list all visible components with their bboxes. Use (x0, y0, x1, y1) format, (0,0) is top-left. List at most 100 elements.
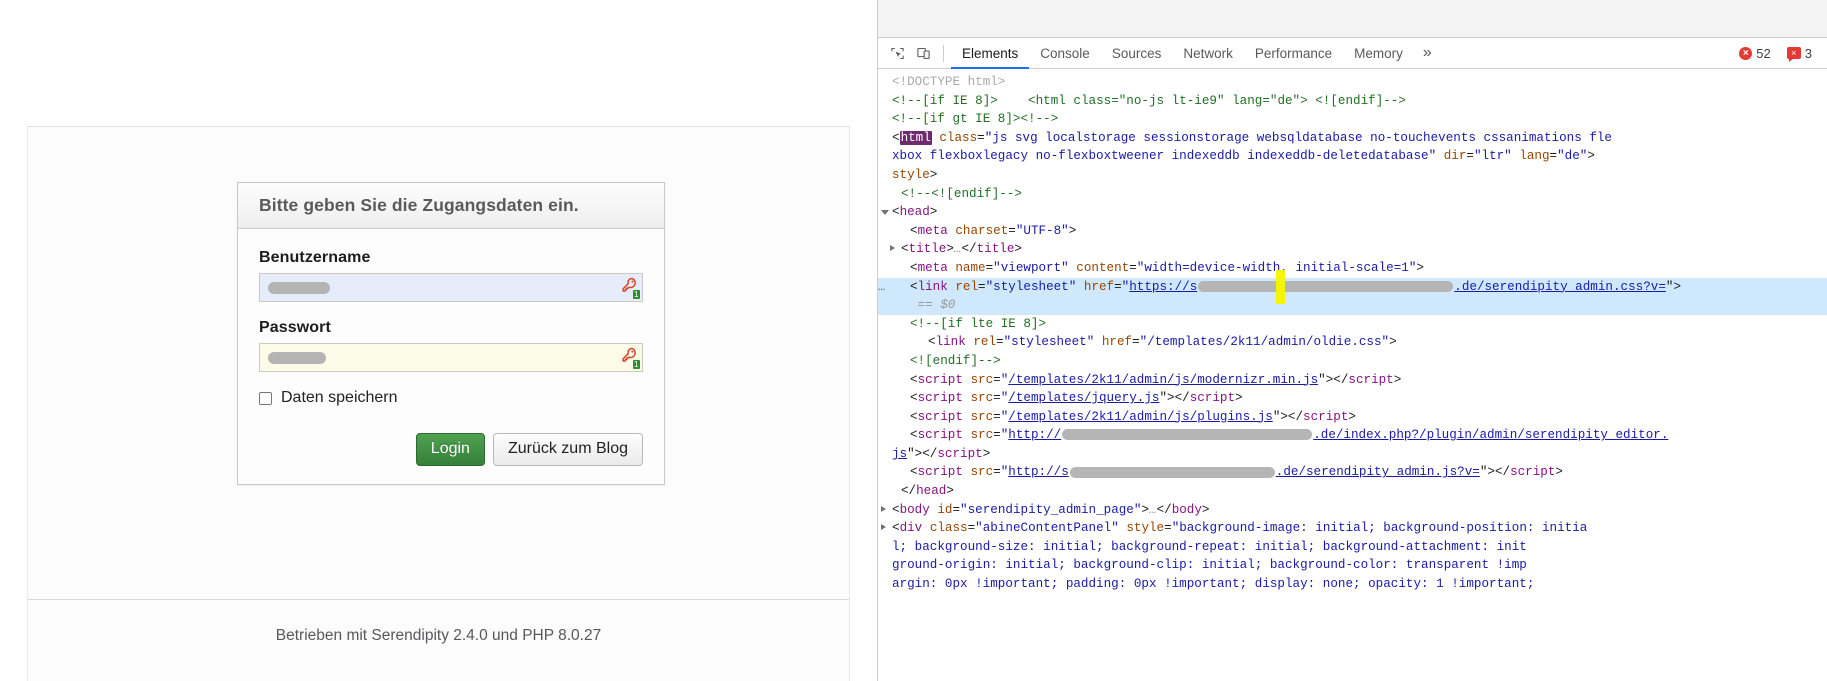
tab-network[interactable]: Network (1172, 38, 1244, 69)
tab-sources[interactable]: Sources (1101, 38, 1173, 69)
dom-tree-line[interactable]: <meta charset="UTF-8"> (878, 222, 1827, 241)
tab-memory[interactable]: Memory (1343, 38, 1414, 69)
dom-tree-line[interactable]: <head> (878, 203, 1827, 222)
lastpass-badge-count: 1 (632, 360, 640, 369)
dom-tree-line[interactable]: <!--[if lte IE 8]> (878, 315, 1827, 334)
dom-tree-line[interactable]: </head> (878, 482, 1827, 501)
back-to-blog-button[interactable]: Zurück zum Blog (492, 433, 643, 466)
device-toolbar-icon[interactable] (910, 40, 936, 66)
dom-token-tag: script (1510, 465, 1556, 480)
username-input[interactable] (259, 273, 643, 302)
tab-console[interactable]: Console (1029, 38, 1101, 69)
dom-tree-line[interactable]: … <link rel="stylesheet" href="https://s.… (878, 269, 1827, 304)
dom-token-link[interactable]: js (892, 447, 907, 461)
dom-tree-line[interactable]: js"></script> (878, 445, 1827, 464)
dom-token-plain: > (982, 446, 991, 461)
dom-token-link[interactable]: .de/index.php?/plugin/admin/serendipity_… (1313, 428, 1668, 442)
dom-token-plain (922, 521, 930, 535)
dom-token-link[interactable]: http://s (1008, 465, 1068, 479)
dom-tree-line[interactable]: <script src="/templates/jquery.js"></scr… (878, 389, 1827, 408)
login-panel-title: Bitte geben Sie die Zugangsdaten ein. (238, 183, 664, 229)
dom-token-plain: < (892, 205, 900, 220)
login-panel: Bitte geben Sie die Zugangsdaten ein. Be… (237, 182, 665, 485)
dom-tree-line[interactable]: l; background-size: initial; background-… (878, 538, 1827, 557)
remember-checkbox[interactable] (259, 391, 272, 405)
login-button[interactable]: Login (415, 433, 485, 466)
dom-tree-line[interactable]: <!--<![endif]--> (878, 185, 1827, 204)
dom-tree-line[interactable]: <meta name="viewport" content="width=dev… (878, 259, 1827, 278)
dom-tree-line[interactable]: <script src="http://s .de/serendipity_adm… (878, 463, 1827, 482)
dom-token-val: "/templates/2k11/admin/oldie.css" (1139, 335, 1390, 350)
dom-token-plain: < (910, 279, 918, 294)
warning-counter[interactable]: × 3 (1782, 44, 1819, 63)
caret-right-icon[interactable] (890, 245, 895, 252)
inspect-element-icon[interactable] (884, 40, 910, 66)
dom-token-plain: = (1132, 335, 1140, 350)
dom-token-plain: = (952, 502, 961, 517)
browser-viewport: Bitte geben Sie die Zugangsdaten ein. Be… (0, 0, 877, 681)
lastpass-key-icon[interactable]: 1 (618, 276, 640, 299)
lastpass-key-icon[interactable]: 1 (618, 346, 640, 369)
dom-token-link[interactable]: /templates/2k11/admin/js/plugins.js (1008, 410, 1273, 424)
caret-right-icon[interactable] (881, 505, 886, 512)
dom-token-plain: = (993, 428, 1001, 443)
devtools-tabbar: Elements Console Sources Network Perform… (878, 38, 1827, 69)
dom-token-link[interactable]: /templates/jquery.js (1008, 391, 1159, 405)
dom-tree-line[interactable]: argin: 0px !important; padding: 0px !imp… (878, 575, 1827, 594)
dom-tree-line[interactable]: style> (878, 166, 1827, 185)
dom-token-plain: > (1393, 372, 1402, 387)
serendipity-admin-page: Bitte geben Sie die Zugangsdaten ein. Be… (27, 126, 850, 681)
dom-token-link[interactable]: http:// (1008, 428, 1061, 442)
dom-tree-line[interactable]: <!DOCTYPE html> (878, 73, 1827, 92)
dom-tree-line[interactable]: <!--[if gt IE 8]><!--> (878, 110, 1827, 129)
error-counter[interactable]: × 52 (1734, 44, 1777, 63)
dom-token-val: "viewport" (993, 260, 1069, 275)
dom-token-plain: "></ (1272, 409, 1304, 424)
dom-token-link[interactable]: .de/serendipity_admin.js?v= (1276, 465, 1480, 479)
dom-token-plain: = (1549, 149, 1558, 164)
dom-token-plain: < (892, 502, 900, 517)
dom-tree[interactable]: <!DOCTYPE html> <!--[if IE 8]> <html clas… (878, 69, 1827, 681)
dom-token-plain: = (993, 409, 1001, 424)
dom-token-attr: style (1126, 521, 1165, 536)
more-tabs-chevron-icon[interactable]: » (1414, 44, 1441, 62)
row-overflow-ellipsis[interactable]: … (878, 278, 885, 297)
dom-token-plain: > (1014, 242, 1022, 257)
dom-token-plain (1436, 149, 1444, 163)
dom-tree-line[interactable]: ground-origin: initial; background-clip:… (878, 556, 1827, 575)
password-input[interactable] (259, 343, 643, 372)
tab-elements[interactable]: Elements (951, 38, 1029, 69)
dom-tree-line[interactable]: <script src="/templates/2k11/admin/js/mo… (878, 371, 1827, 390)
dom-tree-line[interactable]: <title>…</title> (878, 240, 1827, 259)
dom-token-tag: link (935, 335, 966, 350)
dom-token-link[interactable]: https://s (1129, 280, 1197, 294)
dom-tree-line[interactable]: <html class="js svg localstorage session… (878, 129, 1827, 148)
dom-tree-line[interactable]: xbox flexboxlegacy no-flexboxtweener ind… (878, 147, 1827, 166)
dom-tree-line[interactable]: <link rel="stylesheet" href="/templates/… (878, 333, 1827, 352)
dom-tree-line[interactable]: <![endif]--> (878, 352, 1827, 371)
dom-tree-line[interactable]: <script src="/templates/2k11/admin/js/pl… (878, 408, 1827, 427)
dom-tree-line[interactable]: == $0 (878, 296, 1827, 315)
dom-token-attr: name (955, 260, 986, 275)
dom-token-plain: = (1114, 279, 1122, 294)
dom-tree-line[interactable]: <script src="http://.de/index.php?/plugi… (878, 426, 1827, 445)
dom-token-link[interactable]: .de/serendipity_admin.css?v= (1454, 280, 1666, 294)
caret-right-icon[interactable] (881, 524, 886, 531)
dom-token-plain: < (910, 372, 918, 387)
dom-token-plain: < (910, 223, 918, 238)
dom-token-plain: > (1068, 223, 1077, 238)
tab-performance[interactable]: Performance (1244, 38, 1343, 69)
dom-tree-line[interactable]: <body id="serendipity_admin_page">…</bod… (878, 501, 1827, 520)
dom-token-val: l; background-size: initial; background-… (892, 539, 1527, 554)
dom-tree-line[interactable]: <div class="abineContentPanel" style="ba… (878, 519, 1827, 538)
dom-token-plain: < (928, 335, 936, 350)
dom-token-plain: "></ (1479, 465, 1511, 480)
dom-token-plain (1076, 280, 1084, 294)
remember-row[interactable]: Daten speichern (259, 389, 643, 407)
dom-token-comment: <![endif]--> (910, 353, 1001, 368)
dom-token-link[interactable]: /templates/2k11/admin/js/modernizr.min.j… (1008, 373, 1318, 387)
issue-counters: × 52 × 3 (1734, 44, 1827, 63)
caret-down-icon[interactable] (881, 210, 889, 218)
dom-tree-line[interactable]: <!--[if IE 8]> <html class="no-js lt-ie9… (878, 92, 1827, 111)
dom-token-comment: <!--[if gt IE 8]><!--> (892, 112, 1059, 127)
